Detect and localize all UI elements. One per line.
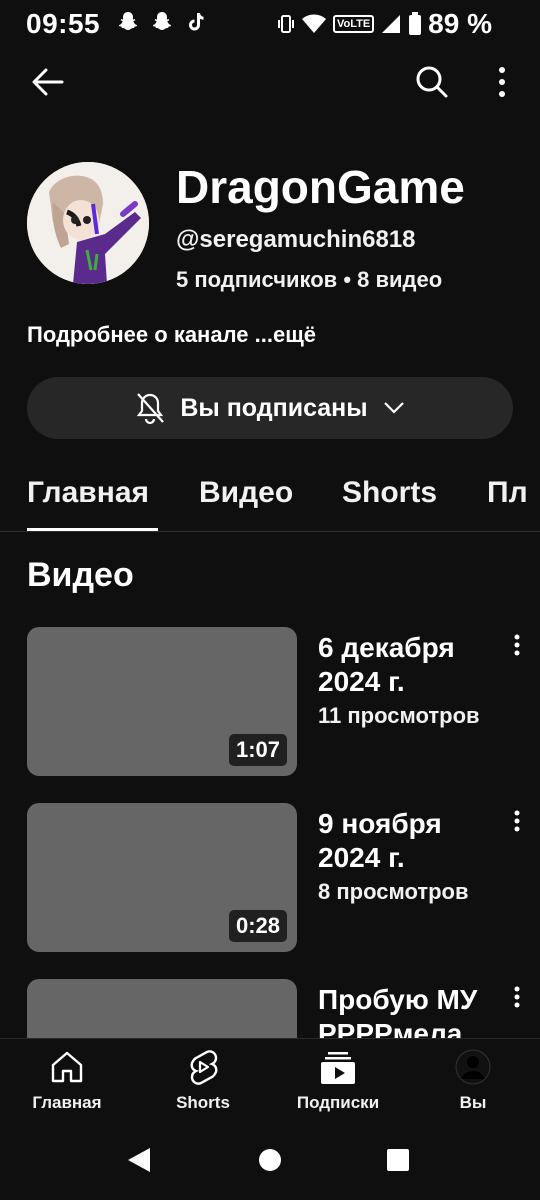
- more-vertical-icon: [514, 810, 520, 832]
- channel-name: DragonGame: [176, 161, 465, 213]
- nav-you-label: Вы: [459, 1093, 487, 1112]
- system-home-icon[interactable]: [258, 1148, 282, 1172]
- video-title[interactable]: Пробую МУ PPPPмела: [318, 983, 508, 1038]
- nav-you[interactable]: Вы: [413, 1047, 533, 1113]
- wifi-icon: [301, 14, 326, 33]
- tiktok-icon: [189, 13, 204, 31]
- nav-subscriptions[interactable]: Подписки: [278, 1047, 398, 1113]
- more-vertical-icon: [514, 634, 520, 656]
- nav-home-label: Главная: [32, 1093, 102, 1112]
- profile-icon: [455, 1049, 491, 1085]
- nav-shorts[interactable]: Shorts: [143, 1047, 263, 1113]
- nav-shorts-label: Shorts: [176, 1093, 230, 1112]
- channel-handle: @seregamuchin6818: [176, 226, 416, 253]
- notification-icons: [116, 10, 208, 34]
- search-button[interactable]: [412, 62, 452, 102]
- chevron-down-icon: [383, 402, 404, 414]
- channel-stats: 5 подписчиков • 8 видео: [176, 267, 443, 292]
- snapchat-icon: [119, 12, 137, 30]
- video-more-button[interactable]: [511, 633, 523, 657]
- system-status-icons: VoLTE 89 %: [277, 8, 492, 40]
- youtube-channel-screen: 09:55 VoLTE 89 % DragonGame @seregamuchi…: [0, 0, 540, 1200]
- top-app-bar: [0, 56, 540, 108]
- subscribed-button[interactable]: Вы подписаны: [27, 377, 513, 439]
- volte-badge: VoLTE: [332, 15, 375, 33]
- video-list-item[interactable]: 1:07 6 декабря 2024 г. 11 просмотров: [27, 627, 540, 777]
- bell-off-icon: [137, 393, 165, 425]
- system-back-icon[interactable]: [126, 1146, 154, 1174]
- tab-home[interactable]: Главная: [27, 476, 149, 510]
- status-bar: 09:55 VoLTE 89 %: [0, 0, 540, 52]
- more-vertical-icon: [499, 67, 505, 97]
- avatar-artwork: [27, 162, 149, 284]
- home-icon: [51, 1051, 83, 1083]
- nav-home[interactable]: Главная: [7, 1047, 127, 1113]
- channel-tabs: Главная Видео Shorts Пл: [0, 468, 540, 532]
- video-title[interactable]: 9 ноября 2024 г.: [318, 807, 508, 875]
- subscriptions-icon: [321, 1052, 355, 1084]
- more-vertical-icon: [514, 986, 520, 1008]
- signal-icon: [382, 15, 401, 33]
- tab-shorts[interactable]: Shorts: [342, 476, 437, 510]
- shorts-icon: [190, 1050, 218, 1085]
- bottom-navigation: Главная Shorts Подписки Вы: [0, 1038, 540, 1124]
- tab-videos[interactable]: Видео: [199, 476, 293, 510]
- video-more-button[interactable]: [511, 985, 523, 1009]
- snapchat-icon-2: [153, 12, 171, 30]
- tab-playlists[interactable]: Пл: [487, 476, 528, 510]
- video-views: 8 просмотров: [318, 879, 469, 904]
- video-thumbnail[interactable]: 0:28: [27, 803, 297, 952]
- video-duration: 1:07: [228, 734, 287, 766]
- video-views: 11 просмотров: [318, 703, 480, 728]
- active-tab-indicator: [27, 528, 158, 531]
- video-list-item[interactable]: 0:28 9 ноября 2024 г. 8 просмотров: [27, 803, 540, 953]
- battery-percent: 89 %: [428, 8, 492, 39]
- nav-subscriptions-label: Подписки: [296, 1093, 380, 1112]
- arrow-left-icon: [32, 68, 64, 96]
- video-thumbnail[interactable]: 1:07: [27, 627, 297, 776]
- status-time: 09:55: [26, 8, 101, 39]
- channel-about-link[interactable]: Подробнее о канале ...ещё: [27, 322, 316, 348]
- system-navigation-bar: [0, 1124, 540, 1200]
- vibrate-icon: [277, 15, 294, 33]
- video-thumbnail[interactable]: [27, 979, 297, 1038]
- video-list-item[interactable]: Пробую МУ PPPPмела: [27, 979, 540, 1038]
- channel-avatar[interactable]: [27, 162, 149, 284]
- system-recents-icon[interactable]: [386, 1148, 410, 1172]
- more-options-button[interactable]: [490, 64, 514, 100]
- back-button[interactable]: [28, 64, 68, 100]
- battery-icon: [409, 12, 422, 35]
- video-more-button[interactable]: [511, 809, 523, 833]
- video-title[interactable]: 6 декабря 2024 г.: [318, 631, 508, 699]
- section-title: Видео: [27, 556, 134, 594]
- subscribed-label: Вы подписаны: [180, 393, 368, 422]
- search-icon: [416, 66, 448, 98]
- video-duration: 0:28: [228, 910, 287, 942]
